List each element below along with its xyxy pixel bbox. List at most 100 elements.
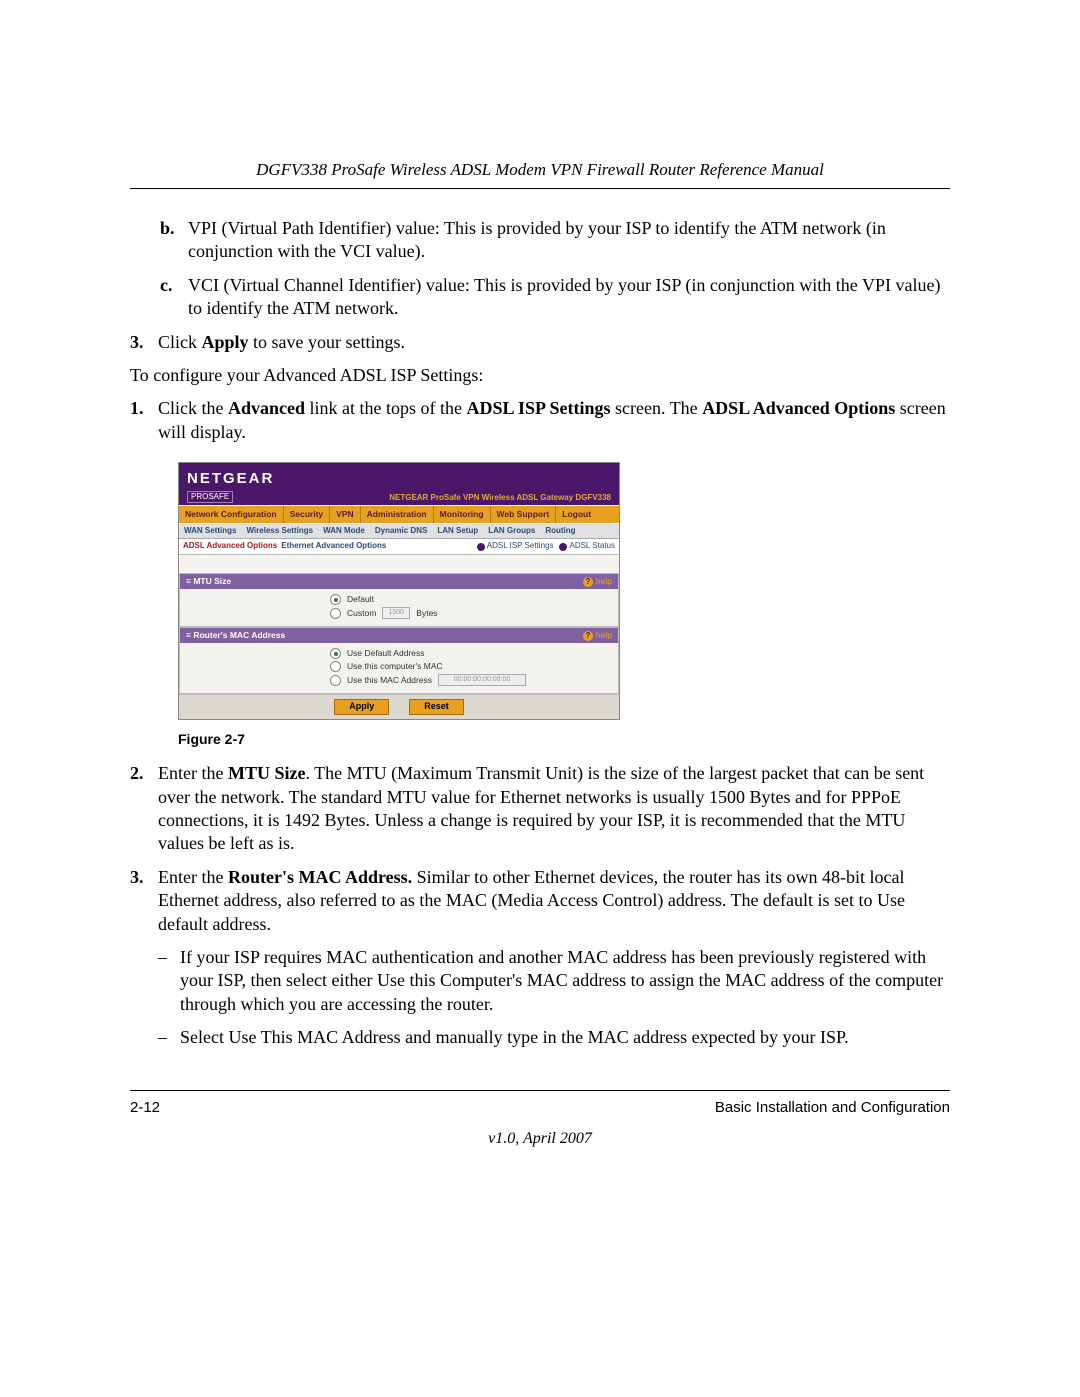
nav-admin[interactable]: Administration: [361, 506, 434, 523]
text-a2: Enter the MTU Size. The MTU (Maximum Tra…: [158, 762, 950, 856]
mtu-title-text: MTU Size: [193, 576, 231, 586]
spacer: [179, 555, 619, 573]
nav-web-support[interactable]: Web Support: [491, 506, 557, 523]
help-link-2[interactable]: help: [593, 630, 612, 640]
a3-pre: Enter the: [158, 867, 228, 887]
label-mac-pc: Use this computer's MAC: [347, 661, 443, 672]
nav2-wan-settings[interactable]: WAN Settings: [179, 524, 241, 538]
mtu-title: ≡ MTU Size: [186, 576, 231, 587]
secondary-nav: WAN Settings Wireless Settings WAN Mode …: [179, 523, 619, 539]
a1-b2: ADSL ISP Settings: [467, 398, 611, 418]
label-3: 3.: [130, 331, 158, 354]
radio-mac-default[interactable]: [330, 648, 341, 659]
a1-m1: link at the tops of the: [305, 398, 466, 418]
s3-bold: Apply: [202, 332, 249, 352]
prosafe-badge: PROSAFE: [187, 491, 233, 503]
text-c: VCI (Virtual Channel Identifier) value: …: [188, 274, 950, 321]
nav-monitoring[interactable]: Monitoring: [434, 506, 491, 523]
help-icon[interactable]: ?: [583, 631, 593, 641]
a2-bold: MTU Size: [228, 763, 305, 783]
t-adsl-status: ADSL Status: [569, 541, 615, 551]
step-3: 3. Click Apply to save your settings.: [130, 331, 950, 354]
ng-header: NETGEAR PROSAFE NETGEAR ProSafe VPN Wire…: [179, 463, 619, 505]
dash-2: –: [158, 1026, 180, 1049]
s3-pre: Click: [158, 332, 202, 352]
reset-button[interactable]: Reset: [409, 699, 464, 715]
nav-network-config[interactable]: Network Configuration: [179, 506, 284, 523]
bullet2-text: Select Use This MAC Address and manually…: [180, 1026, 950, 1049]
mac-title: ≡ Router's MAC Address: [186, 630, 285, 641]
a1-b1: Advanced: [228, 398, 305, 418]
nav-security[interactable]: Security: [284, 506, 331, 523]
tab-eth-adv[interactable]: Ethernet Advanced Options: [281, 541, 386, 551]
section-name: Basic Installation and Configuration: [715, 1099, 950, 1116]
adv-step-2: 2. Enter the MTU Size. The MTU (Maximum …: [130, 762, 950, 856]
dot-icon: [477, 543, 485, 551]
nav2-dyn-dns[interactable]: Dynamic DNS: [370, 524, 432, 538]
input-mtu[interactable]: 1500: [382, 607, 410, 619]
label-custom: Custom: [347, 608, 376, 619]
label-a2: 2.: [130, 762, 158, 856]
nav2-lan-setup[interactable]: LAN Setup: [432, 524, 483, 538]
tab-adsl-adv[interactable]: ADSL Advanced Options: [183, 541, 277, 551]
label-bytes: Bytes: [416, 608, 437, 619]
label-a1: 1.: [130, 397, 158, 444]
nav2-wireless[interactable]: Wireless Settings: [241, 524, 318, 538]
label-mac-this: Use this MAC Address: [347, 675, 432, 686]
radio-mac-pc[interactable]: [330, 661, 341, 672]
product-name: NETGEAR ProSafe VPN Wireless ADSL Gatewa…: [389, 493, 611, 503]
primary-nav: Network Configuration Security VPN Admin…: [179, 505, 619, 523]
text-b: VPI (Virtual Path Identifier) value: Thi…: [188, 217, 950, 264]
a1-pre: Click the: [158, 398, 228, 418]
help-icon[interactable]: ?: [583, 577, 593, 587]
label-a3: 3.: [130, 866, 158, 1060]
adv-step-3: 3. Enter the Router's MAC Address. Simil…: [130, 866, 950, 1060]
t-adsl-isp: ADSL ISP Settings: [487, 541, 554, 551]
radio-default[interactable]: [330, 594, 341, 605]
button-bar: Apply Reset: [179, 694, 619, 719]
sub-bullet-1: – If your ISP requires MAC authenticatio…: [158, 946, 950, 1016]
input-mac[interactable]: 00:00:00:00:00:00: [438, 674, 526, 686]
header-rule: [130, 188, 950, 189]
tertiary-nav: ADSL Advanced Options Ethernet Advanced …: [179, 539, 619, 554]
label-c: c.: [160, 274, 188, 321]
mac-title-text: Router's MAC Address: [193, 630, 285, 640]
label-b: b.: [160, 217, 188, 264]
nav-vpn[interactable]: VPN: [330, 506, 360, 523]
dot-icon: [559, 543, 567, 551]
radio-mac-this[interactable]: [330, 675, 341, 686]
page-footer: 2-12 Basic Installation and Configuratio…: [130, 1099, 950, 1116]
sub-bullet-2: – Select Use This MAC Address and manual…: [158, 1026, 950, 1049]
section-mac: ≡ Router's MAC Address ?help Use Default…: [179, 627, 619, 694]
a1-b3: ADSL Advanced Options: [702, 398, 895, 418]
s3-post: to save your settings.: [249, 332, 405, 352]
radio-custom[interactable]: [330, 608, 341, 619]
dash-1: –: [158, 946, 180, 1016]
figure-caption: Figure 2-7: [178, 730, 950, 748]
nav2-wan-mode[interactable]: WAN Mode: [318, 524, 370, 538]
nav-logout[interactable]: Logout: [556, 506, 597, 523]
text-a1: Click the Advanced link at the tops of t…: [158, 397, 950, 444]
apply-button[interactable]: Apply: [334, 699, 389, 715]
label-default: Default: [347, 594, 374, 605]
a1-m2: screen. The: [611, 398, 703, 418]
section-mtu: ≡ MTU Size ?help Default Custom 1500 Byt…: [179, 573, 619, 627]
link-adsl-status[interactable]: ADSL Status: [559, 541, 615, 551]
to-configure: To configure your Advanced ADSL ISP Sett…: [130, 364, 950, 387]
link-adsl-isp[interactable]: ADSL ISP Settings: [477, 541, 554, 551]
list-item-b: b. VPI (Virtual Path Identifier) value: …: [130, 217, 950, 264]
page-number: 2-12: [130, 1099, 160, 1116]
netgear-logo: NETGEAR: [187, 469, 274, 489]
nav2-routing[interactable]: Routing: [540, 524, 580, 538]
help-link[interactable]: help: [593, 576, 612, 586]
page-header: DGFV338 ProSafe Wireless ADSL Modem VPN …: [130, 160, 950, 188]
text-3: Click Apply to save your settings.: [158, 331, 950, 354]
text-a3: Enter the Router's MAC Address. Similar …: [158, 866, 950, 1060]
footer-rule: [130, 1090, 950, 1091]
nav2-lan-groups[interactable]: LAN Groups: [483, 524, 540, 538]
version-line: v1.0, April 2007: [130, 1130, 950, 1148]
adv-step-1: 1. Click the Advanced link at the tops o…: [130, 397, 950, 444]
label-mac-default: Use Default Address: [347, 648, 424, 659]
embedded-screenshot: NETGEAR PROSAFE NETGEAR ProSafe VPN Wire…: [178, 462, 620, 720]
a3-bold: Router's MAC Address.: [228, 867, 412, 887]
